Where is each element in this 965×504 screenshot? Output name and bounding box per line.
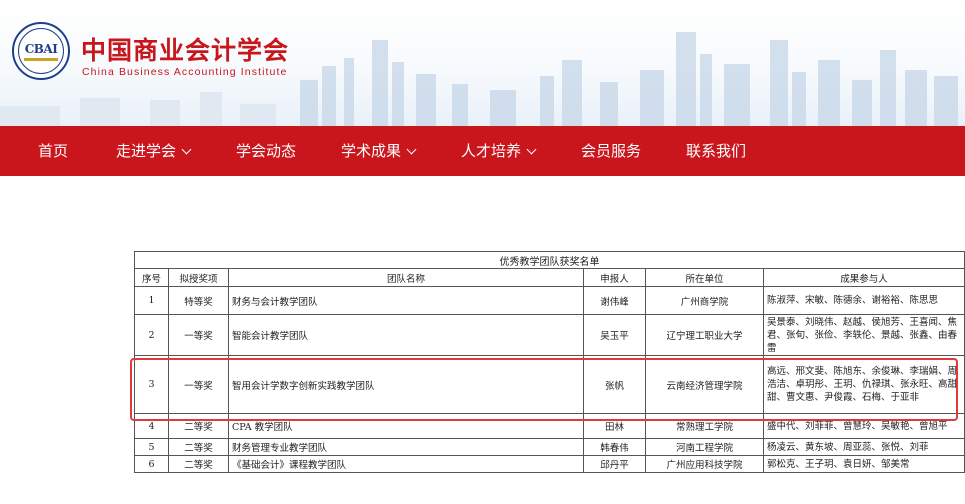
table-row: 4 二等奖 CPA 教学团队 田林 常熟理工学院 盛中代、刘菲菲、曾慧玲、吴敏艳… xyxy=(134,413,965,439)
cell-applicant: 张帆 xyxy=(583,355,646,414)
cell-members: 郭松克、王子玥、袁日妍、邹美常 xyxy=(762,455,965,473)
table-title: 优秀教学团队获奖名单 xyxy=(133,251,965,269)
site-header: CBAI 中国商业会计学会 China Business Accounting … xyxy=(0,0,965,126)
chevron-down-icon xyxy=(526,144,537,155)
nav-about[interactable]: 走进学会 xyxy=(116,126,192,176)
cell-award: 特等奖 xyxy=(168,286,229,315)
cell-unit: 广州应用科技学院 xyxy=(645,455,764,473)
cell-team: 智能会计教学团队 xyxy=(228,314,584,356)
cell-no: 3 xyxy=(134,355,169,414)
nav-news[interactable]: 学会动态 xyxy=(236,126,296,176)
table-header-row: 序号 拟授奖项 团队名称 申报人 所在单位 成果参与人 xyxy=(134,268,965,287)
cell-team: 财务管理专业教学团队 xyxy=(228,438,584,456)
cell-members: 吴景泰、刘晓伟、赵越、侯旭芳、王喜闻、焦君、张旬、张俭、李轶伦、景越、张鑫、由春… xyxy=(762,314,965,356)
header-unit: 所在单位 xyxy=(645,268,764,287)
cell-applicant: 吴玉平 xyxy=(583,314,646,356)
table-row: 5 二等奖 财务管理专业教学团队 韩春伟 河南工程学院 杨凌云、黄东坡、周亚蕊、… xyxy=(134,438,965,456)
cell-award: 一等奖 xyxy=(168,314,229,356)
logo-text: CBAI xyxy=(24,42,58,56)
cell-unit: 广州商学院 xyxy=(645,286,764,315)
cell-team: 财务与会计教学团队 xyxy=(228,286,584,315)
chevron-down-icon xyxy=(181,144,192,155)
cell-award: 二等奖 xyxy=(168,455,229,473)
cell-members: 杨凌云、黄东坡、周亚蕊、张悦、刘菲 xyxy=(762,438,965,456)
article-content: 优秀教学团队获奖名单 序号 拟授奖项 团队名称 申报人 所在单位 成果参与人 1… xyxy=(0,176,965,504)
cell-members: 盛中代、刘菲菲、曾慧玲、吴敏艳、曾旭平 xyxy=(762,413,965,439)
cell-unit: 云南经济管理学院 xyxy=(645,355,764,414)
cell-no: 6 xyxy=(134,455,169,473)
cell-team: CPA 教学团队 xyxy=(228,413,584,439)
cell-members: 高远、邢文斐、陈旭东、余俊琳、李瑞娟、周浩洁、卓玥彤、王玥、仇禄琪、张永旺、高甜… xyxy=(762,355,965,414)
site-subtitle: China Business Accounting Institute xyxy=(82,66,288,78)
cell-applicant: 田林 xyxy=(583,413,646,439)
cell-award: 二等奖 xyxy=(168,438,229,456)
nav-research-label: 学术成果 xyxy=(341,142,402,160)
cell-applicant: 邱丹平 xyxy=(583,455,646,473)
table-row: 2 一等奖 智能会计教学团队 吴玉平 辽宁理工职业大学 吴景泰、刘晓伟、赵越、侯… xyxy=(134,314,965,356)
header-applicant: 申报人 xyxy=(583,268,646,287)
nav-about-label: 走进学会 xyxy=(116,142,177,160)
nav-training-label: 人才培养 xyxy=(461,142,522,160)
logo-gold-bar xyxy=(24,58,58,61)
nav-news-label: 学会动态 xyxy=(236,142,297,160)
cell-team: 《基础会计》课程教学团队 xyxy=(228,455,584,473)
cell-members-text: 吴景泰、刘晓伟、赵越、侯旭芳、王喜闻、焦君、张旬、张俭、李轶伦、景越、张鑫、由春… xyxy=(767,316,958,354)
nav-members[interactable]: 会员服务 xyxy=(581,126,641,176)
nav-research[interactable]: 学术成果 xyxy=(341,126,417,176)
cell-unit: 常熟理工学院 xyxy=(645,413,764,439)
cell-unit: 辽宁理工职业大学 xyxy=(645,314,764,356)
table-row: 1 特等奖 财务与会计教学团队 谢伟峰 广州商学院 陈淑萍、宋敏、陈德余、谢裕裕… xyxy=(134,286,965,315)
main-nav: 首页 走进学会 学会动态 学术成果 人才培养 会员服务 联系我们 xyxy=(0,126,965,176)
nav-members-label: 会员服务 xyxy=(581,142,642,160)
nav-home[interactable]: 首页 xyxy=(38,126,68,176)
cell-applicant: 韩春伟 xyxy=(583,438,646,456)
nav-training[interactable]: 人才培养 xyxy=(461,126,537,176)
cell-no: 1 xyxy=(134,286,169,315)
cell-unit: 河南工程学院 xyxy=(645,438,764,456)
cell-members: 陈淑萍、宋敏、陈德余、谢裕裕、陈思思 xyxy=(762,286,965,315)
table-caption-row: 优秀教学团队获奖名单 xyxy=(133,251,965,269)
cell-team: 智用会计学数字创新实践教学团队 xyxy=(228,355,584,414)
cell-no: 4 xyxy=(134,413,169,439)
cell-award: 一等奖 xyxy=(168,355,229,414)
cell-no: 2 xyxy=(134,314,169,356)
cell-award: 二等奖 xyxy=(168,413,229,439)
chevron-down-icon xyxy=(406,144,417,155)
header-no: 序号 xyxy=(134,268,169,287)
cell-applicant: 谢伟峰 xyxy=(583,286,646,315)
nav-contact-label: 联系我们 xyxy=(686,142,747,160)
header-award: 拟授奖项 xyxy=(168,268,229,287)
cbai-logo[interactable]: CBAI xyxy=(12,22,70,80)
table-row: 3 一等奖 智用会计学数字创新实践教学团队 张帆 云南经济管理学院 高远、邢文斐… xyxy=(134,355,965,414)
awards-table: 优秀教学团队获奖名单 序号 拟授奖项 团队名称 申报人 所在单位 成果参与人 1… xyxy=(133,251,965,473)
cell-no: 5 xyxy=(134,438,169,456)
header-team: 团队名称 xyxy=(228,268,584,287)
nav-contact[interactable]: 联系我们 xyxy=(686,126,746,176)
nav-home-label: 首页 xyxy=(38,142,69,160)
header-members: 成果参与人 xyxy=(762,268,965,287)
site-title[interactable]: 中国商业会计学会 xyxy=(81,31,289,67)
table-row: 6 二等奖 《基础会计》课程教学团队 邱丹平 广州应用科技学院 郭松克、王子玥、… xyxy=(134,455,965,473)
